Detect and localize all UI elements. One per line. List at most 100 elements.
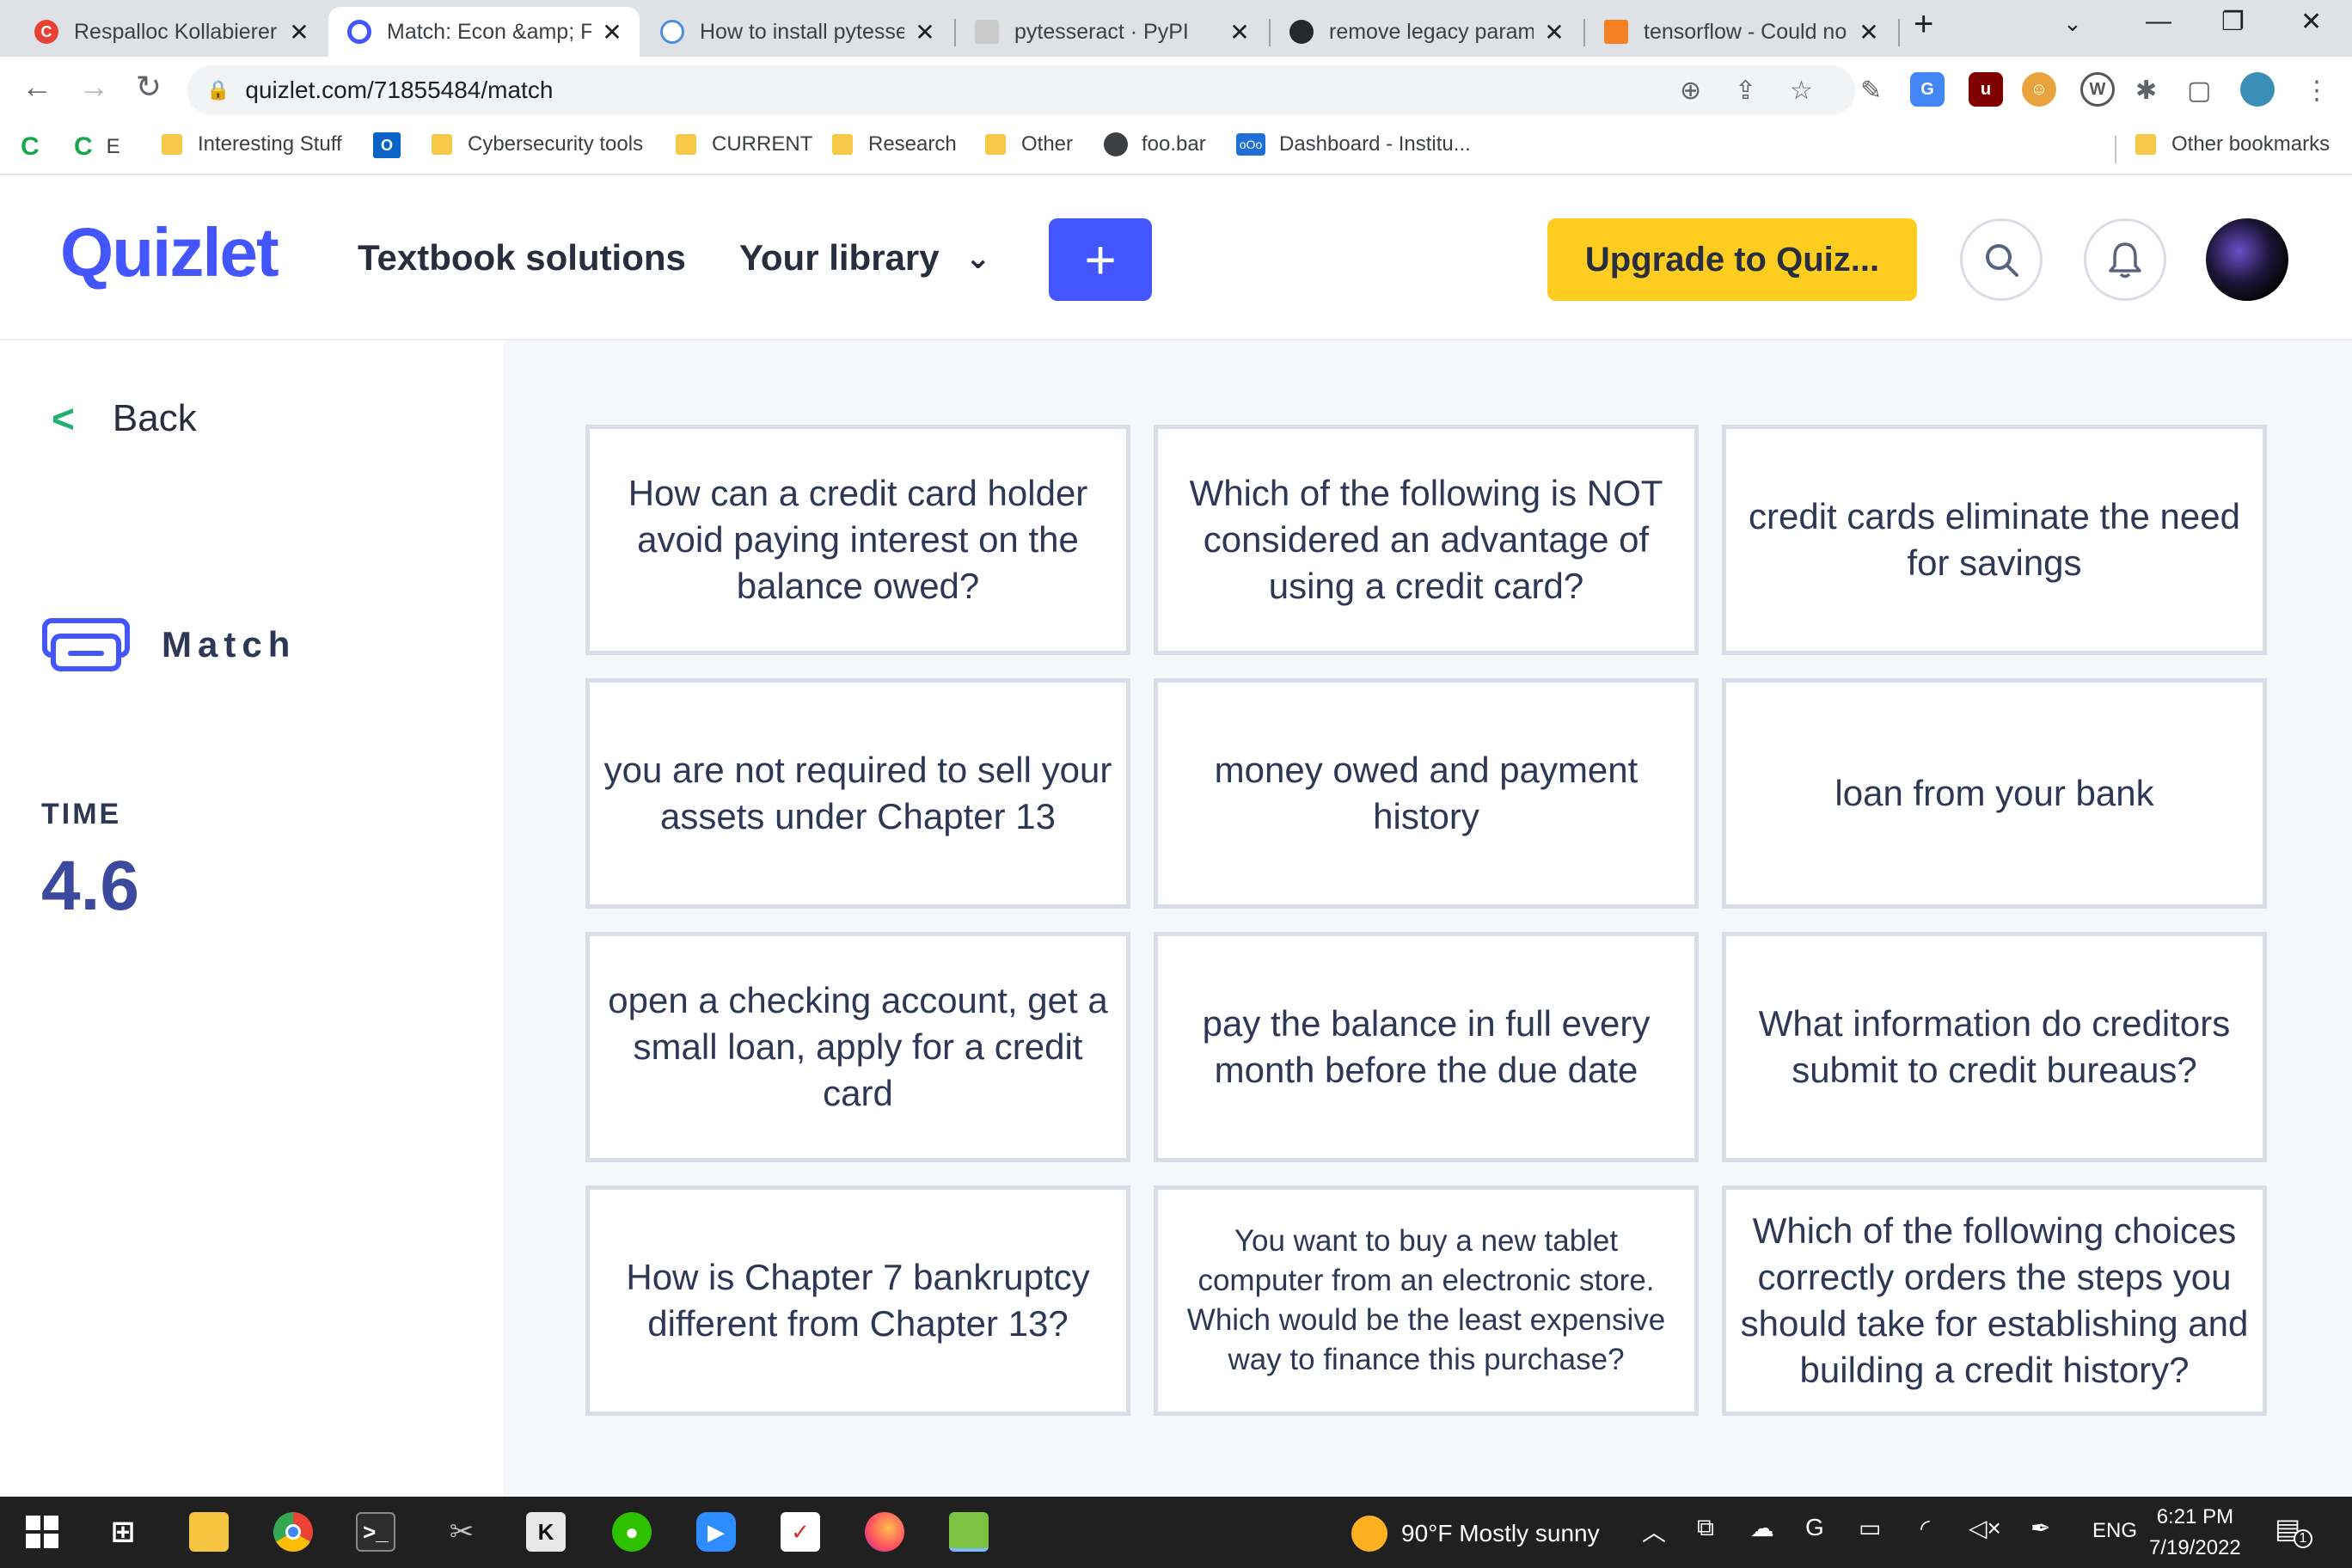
match-card[interactable]: Which of the following is NOT considered… <box>1154 425 1699 655</box>
bookmark-c-logo[interactable]: C <box>21 132 40 162</box>
grammarly-icon[interactable]: G <box>1805 1514 1824 1541</box>
tray-app-icon[interactable]: ⧉ <box>1697 1514 1714 1542</box>
star-icon[interactable]: ☆ <box>1790 76 1813 106</box>
close-icon[interactable]: ✕ <box>913 18 937 46</box>
language-indicator[interactable]: ENG <box>2092 1519 2137 1543</box>
puzzle-extensions-icon[interactable]: ✱ <box>2135 76 2157 106</box>
match-card[interactable]: pay the balance in full every month befo… <box>1154 932 1699 1162</box>
windows-start-icon[interactable] <box>22 1512 62 1552</box>
wayback-extension-icon[interactable]: W <box>2080 72 2115 107</box>
plus-icon[interactable]: + <box>1914 5 1933 44</box>
file-explorer-icon[interactable] <box>189 1512 229 1552</box>
side-panel-icon[interactable]: ▢ <box>2187 76 2211 106</box>
tab-stackoverflow[interactable]: tensorflow - Could no ✕ <box>1585 7 1896 57</box>
profile-avatar-icon[interactable] <box>2240 72 2275 107</box>
match-card[interactable]: you are not required to sell your assets… <box>585 678 1130 909</box>
lion-extension-icon[interactable]: ☺ <box>2022 72 2056 107</box>
restore-icon[interactable]: ❐ <box>2221 7 2245 37</box>
tab-respalloc[interactable]: C Respalloc Kollabierer ✕ <box>15 7 327 57</box>
sun-cloud-icon <box>1351 1516 1387 1552</box>
notes-app-icon[interactable]: ✓ <box>781 1512 820 1552</box>
match-card[interactable]: open a checking account, get a small loa… <box>585 932 1130 1162</box>
tray-overflow-icon[interactable]: ︿ <box>1642 1514 1666 1548</box>
notification-center-icon[interactable]: ▤ 1 <box>2275 1512 2312 1548</box>
bookmark-label: CURRENT <box>712 132 813 156</box>
match-sidebar: < Back Match TIME 4.6 <box>0 340 503 1497</box>
folder-icon <box>2135 134 2156 155</box>
translate-extension-icon[interactable]: G <box>1910 72 1945 107</box>
tab-search-chevron-icon[interactable]: ⌄ <box>2063 10 2082 37</box>
match-card[interactable]: How is Chapter 7 bankruptcy different fr… <box>585 1185 1130 1416</box>
close-icon[interactable]: ✕ <box>1542 18 1566 46</box>
your-library-dropdown[interactable]: Your library ⌄ <box>739 237 991 279</box>
upgrade-button[interactable]: Upgrade to Quiz... <box>1547 218 1917 301</box>
paint-app-icon[interactable] <box>949 1512 989 1552</box>
quizlet-logo[interactable]: Quizlet <box>60 213 279 292</box>
window-close-icon[interactable]: ✕ <box>2300 7 2322 37</box>
onedrive-icon[interactable]: ☁ <box>1750 1514 1774 1542</box>
pen-icon[interactable]: ✒ <box>2030 1514 2050 1542</box>
user-avatar[interactable] <box>2206 218 2288 301</box>
search-button[interactable] <box>1960 218 2043 301</box>
bookmark-current[interactable]: CURRENT <box>676 132 812 156</box>
tab-quizlet-match[interactable]: Match: Econ &amp; Fi ✕ <box>328 7 640 57</box>
task-view-icon[interactable]: ⊞ <box>103 1512 143 1552</box>
eyedropper-icon[interactable]: ✎ <box>1860 76 1882 106</box>
tab-pytesseract-howto[interactable]: How to install pytesse ✕ <box>641 7 952 57</box>
create-button[interactable]: + <box>1049 218 1152 301</box>
url-field[interactable]: 🔒 quizlet.com/71855484/match <box>187 65 1855 115</box>
match-card[interactable]: credit cards eliminate the need for savi… <box>1722 425 2267 655</box>
battery-icon[interactable]: ▭ <box>1859 1514 1881 1542</box>
clock[interactable]: 6:21 PM 7/19/2022 <box>2149 1502 2241 1564</box>
notifications-button[interactable] <box>2084 218 2166 301</box>
folder-icon <box>162 134 182 155</box>
bookmark-outlook[interactable]: O <box>373 132 401 158</box>
zoom-icon[interactable]: ⊕ <box>1680 76 1701 106</box>
match-card[interactable]: loan from your bank <box>1722 678 2267 909</box>
mode-selector[interactable]: Match <box>41 617 296 672</box>
minimize-icon[interactable]: — <box>2146 7 2171 36</box>
close-icon[interactable]: ✕ <box>287 18 311 46</box>
bookmark-cybersecurity-tools[interactable]: Cybersecurity tools <box>432 132 643 156</box>
menu-dots-icon[interactable]: ⋮ <box>2304 76 2330 106</box>
tab-pypi[interactable]: pytesseract · PyPI ✕ <box>956 7 1267 57</box>
firefox-icon[interactable] <box>865 1512 904 1552</box>
reload-icon[interactable]: ↻ <box>127 69 170 105</box>
your-library-label: Your library <box>739 237 940 278</box>
bookmark-other[interactable]: Other <box>985 132 1073 156</box>
bookmark-research[interactable]: Research <box>832 132 957 156</box>
bookmark-other-bookmarks[interactable]: Other bookmarks <box>2135 132 2330 156</box>
close-icon[interactable]: ✕ <box>1228 18 1252 46</box>
bookmark-e[interactable]: C E <box>74 132 120 162</box>
bookmark-label: Interesting Stuff <box>198 132 342 156</box>
close-icon[interactable]: ✕ <box>600 18 624 46</box>
match-card[interactable]: How can a credit card holder avoid payin… <box>585 425 1130 655</box>
chrome-icon[interactable] <box>273 1512 313 1552</box>
weather-widget[interactable]: 90°F Mostly sunny <box>1351 1516 1600 1552</box>
volume-muted-icon[interactable]: ◁× <box>1969 1514 2001 1542</box>
kindle-icon[interactable]: K <box>526 1512 566 1552</box>
back-arrow-icon[interactable]: ← <box>15 69 58 105</box>
textbook-solutions-link[interactable]: Textbook solutions <box>358 237 686 279</box>
lock-icon: 🔒 <box>206 79 230 101</box>
bookmark-interesting-stuff[interactable]: Interesting Stuff <box>162 132 342 156</box>
match-card[interactable]: You want to buy a new tablet computer fr… <box>1154 1185 1699 1416</box>
bookmark-dashboard[interactable]: oOo Dashboard - Institu... <box>1236 132 1471 156</box>
share-icon[interactable]: ⇪ <box>1735 76 1756 106</box>
back-button[interactable]: < Back <box>52 395 197 442</box>
match-card[interactable]: money owed and payment history <box>1154 678 1699 909</box>
ublock-extension-icon[interactable]: u <box>1969 72 2003 107</box>
bookmark-foo-bar[interactable]: foo.bar <box>1104 132 1206 156</box>
match-card[interactable]: Which of the following choices correctly… <box>1722 1185 2267 1416</box>
wifi-icon[interactable]: ◜ <box>1920 1514 1930 1542</box>
tab-github[interactable]: remove legacy parame ✕ <box>1271 7 1582 57</box>
pypi-favicon-icon <box>975 20 999 44</box>
close-icon[interactable]: ✕ <box>1857 18 1881 46</box>
search-icon <box>1986 244 2018 277</box>
snipping-tool-icon[interactable]: ✂ <box>442 1512 481 1552</box>
forward-arrow-icon[interactable]: → <box>72 69 115 105</box>
wechat-icon[interactable]: ● <box>612 1512 652 1552</box>
terminal-icon[interactable]: >_ <box>356 1512 395 1552</box>
zoom-app-icon[interactable]: ▶ <box>696 1512 736 1552</box>
match-card[interactable]: What information do creditors submit to … <box>1722 932 2267 1162</box>
